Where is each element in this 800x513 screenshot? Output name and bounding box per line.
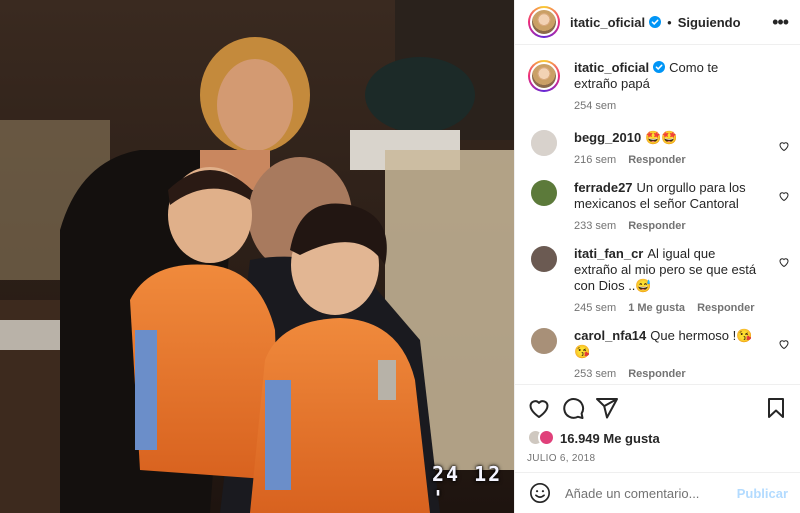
caption-text-row: itatic_oficial Como te extraño papá: [574, 60, 762, 92]
comment-username[interactable]: ferrade27: [574, 180, 633, 195]
comment-username[interactable]: begg_2010: [574, 130, 641, 145]
author-avatar[interactable]: [528, 6, 560, 38]
likes-count-label[interactable]: 16.949 Me gusta: [560, 431, 660, 446]
comment-age[interactable]: 216 sem: [574, 154, 616, 166]
reply-button[interactable]: Responder: [628, 368, 685, 380]
comment-item: ferrade27 Un orgullo para los mexicanos e…: [528, 180, 789, 232]
comment-likes[interactable]: 1 Me gusta: [628, 302, 685, 314]
comment-age[interactable]: 253 sem: [574, 368, 616, 380]
liker-avatar: [538, 429, 555, 446]
comment-text-row: ferrade27 Un orgullo para los mexicanos e…: [574, 180, 762, 212]
verified-badge-icon: [653, 61, 666, 73]
action-icons: [527, 393, 788, 423]
photo-illustration: [0, 0, 514, 513]
commenter-avatar[interactable]: [531, 130, 557, 156]
post-date[interactable]: JULIO 6, 2018: [527, 453, 788, 464]
caption-age[interactable]: 254 sem: [574, 100, 616, 112]
author-username[interactable]: itatic_oficial: [570, 15, 645, 30]
commenter-avatar[interactable]: [531, 246, 557, 272]
comment-item: begg_2010 🤩🤩 216 sem Responder: [528, 130, 789, 166]
comment-age[interactable]: 245 sem: [574, 302, 616, 314]
caption-meta: 254 sem: [574, 100, 762, 112]
commenter-avatar[interactable]: [531, 180, 557, 206]
comment-age[interactable]: 233 sem: [574, 220, 616, 232]
reply-button[interactable]: Responder: [628, 154, 685, 166]
separator-dot: •: [667, 14, 672, 30]
post-photo[interactable]: 24 12 ': [0, 0, 514, 513]
comment-icon[interactable]: [561, 396, 585, 420]
likes-row[interactable]: 16.949 Me gusta: [527, 429, 788, 447]
comment-text-row: begg_2010 🤩🤩: [574, 130, 762, 146]
comments-list[interactable]: itatic_oficial Como te extraño papá 254 s…: [515, 46, 800, 383]
heart-icon[interactable]: [527, 396, 551, 420]
likes-count: 16.949: [560, 430, 600, 446]
share-icon[interactable]: [595, 396, 619, 420]
comment-input[interactable]: Añade un comentario...: [565, 486, 737, 501]
publish-button[interactable]: Publicar: [737, 486, 788, 501]
comment-composer: Añade un comentario... Publicar: [515, 472, 800, 513]
comment-item: carol_nfa14 Que hermoso !😘😘 253 sem Respo…: [528, 328, 789, 380]
comment-item: itati_fan_cr Al igual que extraño al mio …: [528, 246, 789, 314]
heart-icon[interactable]: [778, 338, 790, 350]
emoji-icon[interactable]: [529, 482, 551, 504]
heart-icon[interactable]: [778, 256, 790, 268]
comment-text-row: itati_fan_cr Al igual que extraño al mio …: [574, 246, 762, 294]
comment-meta: 233 sem Responder: [574, 220, 762, 232]
heart-icon[interactable]: [778, 140, 790, 152]
author-avatar[interactable]: [528, 60, 560, 92]
photo-date-stamp: 24 12 ': [432, 462, 503, 510]
comment-username[interactable]: itati_fan_cr: [574, 246, 643, 261]
verified-badge-icon: [649, 16, 662, 28]
comment-username[interactable]: carol_nfa14: [574, 328, 646, 343]
post-actions: 16.949 Me gusta JULIO 6, 2018: [515, 384, 800, 464]
following-button[interactable]: Siguiendo: [678, 15, 741, 30]
comment-text: 🤩🤩: [645, 130, 678, 145]
heart-icon[interactable]: [778, 190, 790, 202]
caption-username[interactable]: itatic_oficial: [574, 60, 649, 75]
bookmark-icon[interactable]: [764, 396, 788, 420]
comment-meta: 253 sem Responder: [574, 368, 762, 380]
commenter-avatar[interactable]: [531, 328, 557, 354]
post-caption: itatic_oficial Como te extraño papá 254 s…: [528, 60, 784, 112]
likes-suffix: Me gusta: [603, 430, 660, 446]
comment-meta: 245 sem 1 Me gusta Responder: [574, 302, 762, 314]
post-sidebar: itatic_oficial • Siguiendo ••• itatic_of…: [514, 0, 800, 513]
comment-meta: 216 sem Responder: [574, 154, 762, 166]
reply-button[interactable]: Responder: [628, 220, 685, 232]
comment-text-row: carol_nfa14 Que hermoso !😘😘: [574, 328, 762, 360]
liker-avatars: [527, 429, 557, 447]
reply-button[interactable]: Responder: [697, 302, 754, 314]
post-header: itatic_oficial • Siguiendo •••: [515, 0, 800, 45]
more-options-icon[interactable]: •••: [772, 13, 789, 31]
